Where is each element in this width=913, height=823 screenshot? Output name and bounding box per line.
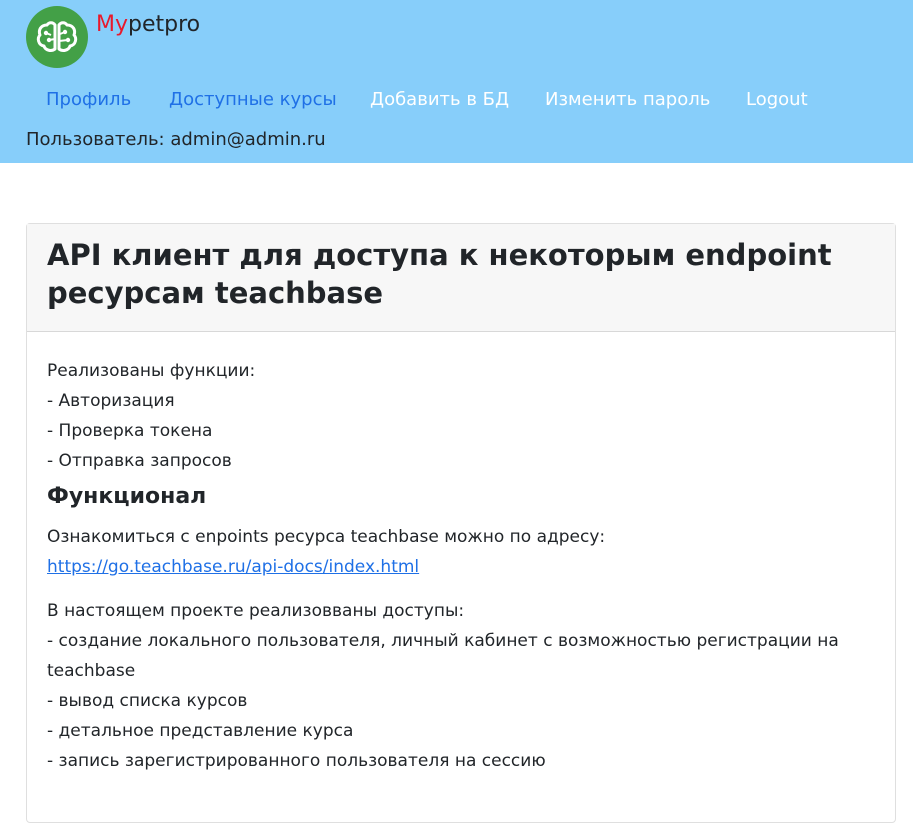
intro-line: - Авторизация <box>47 391 175 411</box>
nav-profile[interactable]: Профиль <box>26 86 151 114</box>
brain-icon[interactable] <box>26 6 88 68</box>
nav-logout[interactable]: Logout <box>726 86 828 114</box>
intro-line: - Проверка токена <box>47 421 213 441</box>
card-body: Реализованы функции: - Авторизация - Про… <box>27 332 895 776</box>
feature-line: - создание локального пользователя, личн… <box>47 631 839 651</box>
section-title-functional: Функционал <box>47 484 207 509</box>
feature-line: - запись зарегистрированного пользовател… <box>47 751 546 771</box>
card-header: API клиент для доступа к некоторым endpo… <box>27 224 895 332</box>
intro-line: - Отправка запросов <box>47 451 232 471</box>
feature-line: - вывод списка курсов <box>47 691 248 711</box>
brand-rest: petpro <box>128 12 201 37</box>
nav-change-password[interactable]: Изменить пароль <box>525 86 730 114</box>
intro-line: Реализованы функции: <box>47 361 256 381</box>
nav-add-to-db[interactable]: Добавить в БД <box>350 86 529 114</box>
features-paragraph: В настоящем проекте реализовваны доступы… <box>47 596 875 776</box>
docs-paragraph: Ознакомиться с enpoints ресурса teachbas… <box>47 522 875 582</box>
card-title: API клиент для доступа к некоторым endpo… <box>47 236 875 312</box>
brand-link[interactable]: Mypetpro <box>96 12 200 38</box>
feature-line: teachbase <box>47 661 136 681</box>
docs-text: Ознакомиться с enpoints ресурса teachbas… <box>47 527 606 547</box>
project-card: API клиент для доступа к некоторым endpo… <box>26 223 896 823</box>
nav-available-courses[interactable]: Доступные курсы <box>149 86 357 114</box>
card-title-line1: API клиент для доступа к некоторым endpo… <box>47 238 832 272</box>
api-docs-link[interactable]: https://go.teachbase.ru/api-docs/index.h… <box>47 557 419 577</box>
navbar: Mypetpro Профиль Доступные курсы Добавит… <box>0 0 913 163</box>
feature-line: В настоящем проекте реализовваны доступы… <box>47 601 465 621</box>
card-title-line2: ресурсам teachbase <box>47 276 384 310</box>
current-user: Пользователь: admin@admin.ru <box>26 129 326 150</box>
intro-text: Реализованы функции: - Авторизация - Про… <box>47 356 875 476</box>
brand-accent: My <box>96 12 129 37</box>
feature-line: - детальное представление курса <box>47 721 354 741</box>
